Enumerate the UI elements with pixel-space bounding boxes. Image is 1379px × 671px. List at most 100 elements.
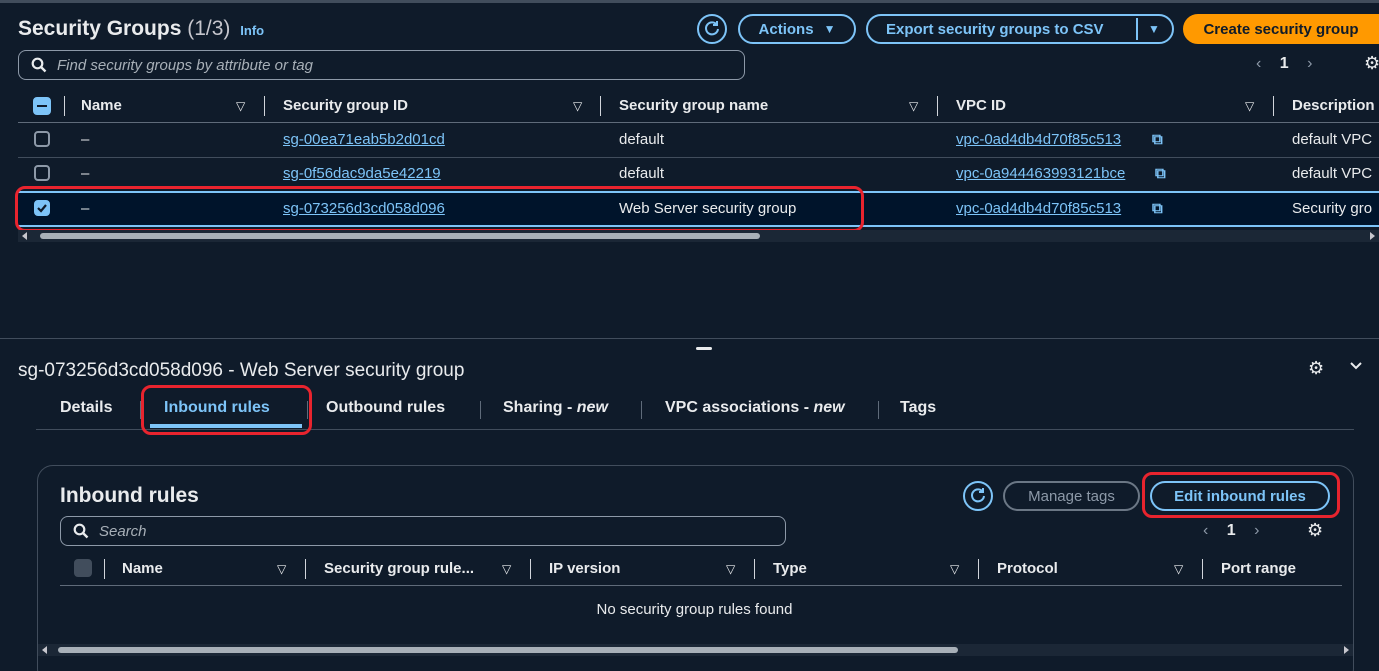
tab-tags[interactable]: Tags — [900, 399, 936, 417]
col-divider[interactable] — [978, 559, 979, 579]
col-ip-version[interactable]: IP version — [549, 560, 620, 577]
gear-icon[interactable]: ⚙ — [1308, 358, 1324, 379]
minus-icon — [37, 105, 47, 107]
sort-icon[interactable]: ▽ — [277, 562, 286, 576]
col-divider[interactable] — [754, 559, 755, 579]
col-security-group-name[interactable]: Security group name — [619, 97, 768, 114]
header-divider — [60, 585, 1342, 586]
export-csv-button[interactable]: Export security groups to CSV ▼ — [866, 14, 1174, 44]
external-link-icon[interactable]: ⧉ — [1155, 165, 1166, 182]
row-checkbox[interactable] — [34, 165, 50, 181]
sort-icon[interactable]: ▽ — [909, 99, 918, 113]
vpc-id-link[interactable]: vpc-0ad4db4d70f85c513 — [956, 200, 1121, 217]
scroll-left-arrow[interactable] — [22, 232, 27, 240]
prev-page-icon[interactable]: ‹ — [1256, 55, 1261, 72]
manage-tags-button[interactable]: Manage tags — [1003, 481, 1140, 511]
select-all-checkbox[interactable] — [33, 97, 51, 115]
scrollbar-thumb[interactable] — [58, 647, 958, 653]
external-link-icon[interactable]: ⧉ — [1152, 131, 1163, 148]
vpc-id-link[interactable]: vpc-0ad4db4d70f85c513 — [956, 131, 1121, 148]
chevron-down-icon[interactable] — [1347, 356, 1365, 379]
inbound-search[interactable] — [60, 516, 786, 546]
col-security-group-id[interactable]: Security group ID — [283, 97, 408, 114]
edit-inbound-rules-button[interactable]: Edit inbound rules — [1150, 481, 1330, 511]
security-group-name: default — [619, 165, 665, 182]
col-security-group-rule[interactable]: Security group rule... — [324, 560, 474, 577]
gear-icon[interactable]: ⚙ — [1307, 520, 1323, 541]
inbound-refresh-button[interactable] — [963, 481, 993, 511]
col-vpc-id[interactable]: VPC ID — [956, 97, 1006, 114]
actions-button[interactable]: Actions ▼ — [738, 14, 856, 44]
col-divider[interactable] — [600, 96, 601, 116]
sort-icon[interactable]: ▽ — [726, 562, 735, 576]
security-group-id-link[interactable]: sg-073256d3cd058d096 — [283, 200, 445, 217]
col-type[interactable]: Type — [773, 560, 807, 577]
security-group-id-link[interactable]: sg-00ea71eab5b2d01cd — [283, 131, 445, 148]
create-security-group-button[interactable]: Create security group — [1183, 14, 1379, 44]
col-divider[interactable] — [1273, 96, 1274, 116]
checkmark-icon — [37, 204, 47, 213]
info-link[interactable]: Info — [240, 23, 264, 38]
tab-label: Details — [60, 399, 113, 416]
col-protocol[interactable]: Protocol — [997, 560, 1058, 577]
refresh-icon — [705, 21, 719, 36]
row-checkbox-checked[interactable] — [34, 200, 50, 216]
row-checkbox[interactable] — [34, 131, 50, 147]
row-divider — [18, 157, 1379, 158]
tab-divider — [878, 401, 879, 419]
security-group-name: default — [619, 131, 665, 148]
description: default VPC — [1292, 165, 1373, 182]
tab-divider — [140, 401, 141, 419]
tab-label: Inbound rules — [164, 399, 270, 416]
page-number[interactable]: 1 — [1227, 522, 1236, 539]
tab-details[interactable]: Details — [60, 399, 112, 417]
page-number[interactable]: 1 — [1280, 55, 1289, 72]
col-divider[interactable] — [1202, 559, 1203, 579]
caret-down-icon[interactable]: ▼ — [1148, 22, 1160, 36]
tab-sharing[interactable]: Sharing - new — [503, 399, 608, 417]
tab-outbound-rules[interactable]: Outbound rules — [326, 399, 445, 417]
resize-handle[interactable] — [696, 347, 712, 350]
sort-icon[interactable]: ▽ — [1174, 562, 1183, 576]
row-name: – — [81, 200, 90, 217]
col-port-range[interactable]: Port range — [1221, 560, 1296, 577]
inbound-horizontal-scrollbar[interactable] — [38, 644, 1353, 656]
sort-icon[interactable]: ▽ — [502, 562, 511, 576]
tab-inbound-rules[interactable]: Inbound rules — [164, 399, 270, 417]
scroll-right-arrow[interactable] — [1370, 232, 1375, 240]
gear-icon[interactable]: ⚙ — [1364, 53, 1379, 74]
sort-icon[interactable]: ▽ — [573, 99, 582, 113]
next-page-icon[interactable]: › — [1254, 522, 1259, 539]
external-link-icon[interactable]: ⧉ — [1152, 200, 1163, 217]
col-divider[interactable] — [937, 96, 938, 116]
col-name[interactable]: Name — [81, 97, 122, 114]
tabs-divider — [36, 429, 1354, 430]
col-description[interactable]: Description — [1292, 97, 1375, 114]
inbound-search-input[interactable] — [99, 522, 785, 540]
refresh-button[interactable] — [697, 14, 727, 44]
col-divider[interactable] — [530, 559, 531, 579]
inbound-rules-title: Inbound rules — [60, 484, 199, 507]
search-icon — [31, 57, 47, 73]
description: default VPC — [1292, 131, 1373, 148]
horizontal-scrollbar[interactable] — [18, 230, 1379, 242]
actions-label: Actions — [758, 20, 814, 38]
col-divider[interactable] — [305, 559, 306, 579]
next-page-icon[interactable]: › — [1307, 55, 1312, 72]
col-divider[interactable] — [264, 96, 265, 116]
search-input[interactable] — [57, 56, 744, 74]
scroll-left-arrow[interactable] — [42, 646, 47, 654]
sort-icon[interactable]: ▽ — [950, 562, 959, 576]
vpc-id-link[interactable]: vpc-0a944463993121bce — [956, 165, 1125, 182]
scroll-right-arrow[interactable] — [1344, 646, 1349, 654]
col-name[interactable]: Name — [122, 560, 163, 577]
tab-vpc-associations[interactable]: VPC associations - new — [665, 399, 845, 417]
sort-icon[interactable]: ▽ — [1245, 99, 1254, 113]
tab-divider — [307, 401, 308, 419]
security-group-id-link[interactable]: sg-0f56dac9da5e42219 — [283, 165, 441, 182]
prev-page-icon[interactable]: ‹ — [1203, 522, 1208, 539]
select-all-checkbox[interactable] — [74, 559, 92, 577]
scrollbar-thumb[interactable] — [40, 233, 760, 239]
security-groups-search[interactable] — [18, 50, 745, 80]
sort-icon[interactable]: ▽ — [236, 99, 245, 113]
